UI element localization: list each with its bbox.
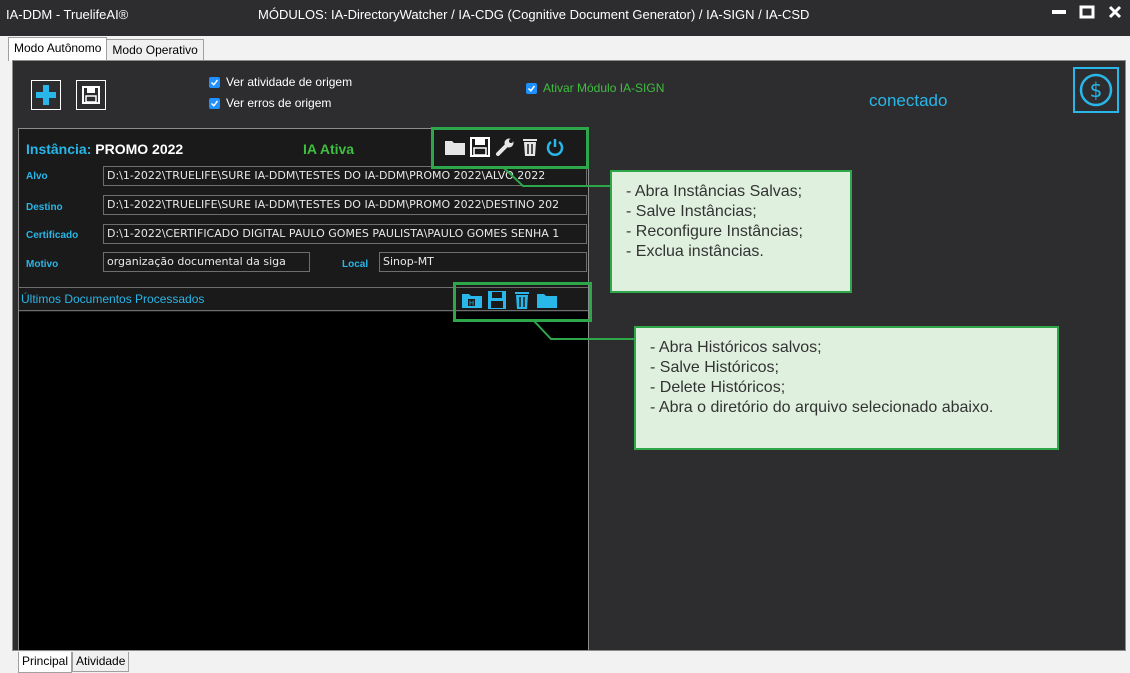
checkbox-checked-icon [526,82,537,94]
tab-principal[interactable]: Principal [18,652,73,673]
minimize-button[interactable] [1048,2,1070,22]
instance-title-label: Instância: [26,141,92,157]
check-ver-atividade[interactable]: Ver atividade de origem [209,75,352,89]
minimize-icon [1052,10,1066,14]
ia-state-label: IA Ativa [303,141,355,157]
certificado-label: Certificado [26,230,79,241]
check-ver-erros-label: Ver erros de origem [226,96,332,110]
callout-line: - Abra Históricos salvos; [650,339,822,356]
connection-status: conectado [869,91,948,110]
local-field[interactable]: Sinop-MT [379,252,587,272]
instance-name: PROMO 2022 [95,141,184,157]
svg-text:$: $ [1090,78,1103,102]
app-title: IA-DDM - TruelifeAI® [6,7,129,22]
tab-modo-autonomo[interactable]: Modo Autônomo [8,37,108,61]
callout-line: - Exclua instâncias. [626,243,764,260]
tab-atividade[interactable]: Atividade [72,652,130,672]
dollar-coin-icon: $ [1079,73,1113,107]
docs-title: Últimos Documentos Processados [21,292,205,306]
instance-panel: Instância: PROMO 2022 IA Ativa Alvo D:\1… [18,128,589,651]
checkbox-checked-icon [209,97,220,109]
maximize-button[interactable] [1076,2,1098,22]
check-ver-atividade-label: Ver atividade de origem [226,75,353,89]
floppy-icon [82,86,100,104]
title-bar: IA-DDM - TruelifeAI® MÓDULOS: IA-Directo… [0,0,1130,36]
processed-docs-list[interactable] [19,312,588,650]
check-ver-erros[interactable]: Ver erros de origem [209,96,331,110]
check-ativar-ia-sign-label: Ativar Módulo IA-SIGN [543,81,665,95]
destino-field[interactable]: D:\1-2022\TRUELIFE\SURE IA-DDM\TESTES DO… [103,195,587,215]
bottom-tabs: Principal Atividade [18,652,130,673]
instance-title: Instância: PROMO 2022 [26,141,183,157]
callout-line: - Delete Históricos; [650,379,786,396]
mode-tabs: Modo Autônomo Modo Operativo [8,37,204,61]
local-label: Local [342,259,369,270]
certificado-field[interactable]: D:\1-2022\CERTIFICADO DIGITAL PAULO GOME… [103,224,587,244]
window-controls [1048,2,1126,22]
modules-title: MÓDULOS: IA-DirectoryWatcher / IA-CDG (C… [258,7,810,22]
close-icon [1108,5,1122,19]
check-ativar-ia-sign[interactable]: Ativar Módulo IA-SIGN [526,81,664,95]
callout-line: - Abra o diretório do arquivo selecionad… [650,399,994,416]
destino-label: Destino [26,202,63,213]
callout-line: - Reconfigure Instâncias; [626,223,803,240]
close-button[interactable] [1104,2,1126,22]
save-button[interactable] [76,80,106,110]
maximize-icon [1079,5,1095,19]
tab-modo-operativo[interactable]: Modo Operativo [106,39,204,61]
add-instance-button[interactable] [31,80,61,110]
motivo-field[interactable]: organização documental da siga [103,252,310,272]
callout-line: - Salve Instâncias; [626,203,757,220]
checkbox-checked-icon [209,76,220,88]
history-actions-highlight [453,282,592,322]
callout-line: - Salve Históricos; [650,359,779,376]
alvo-label: Alvo [26,171,48,182]
coin-button[interactable]: $ [1073,67,1119,113]
history-actions-callout: - Abra Históricos salvos; - Salve Histór… [634,326,1059,450]
motivo-label: Motivo [26,259,59,270]
alvo-field[interactable]: D:\1-2022\TRUELIFE\SURE IA-DDM\TESTES DO… [103,166,587,186]
instance-actions-callout: - Abra Instâncias Salvas; - Salve Instân… [610,170,852,293]
plus-icon [36,85,56,105]
instance-actions-highlight [431,127,589,169]
callout-line: - Abra Instâncias Salvas; [626,183,803,200]
